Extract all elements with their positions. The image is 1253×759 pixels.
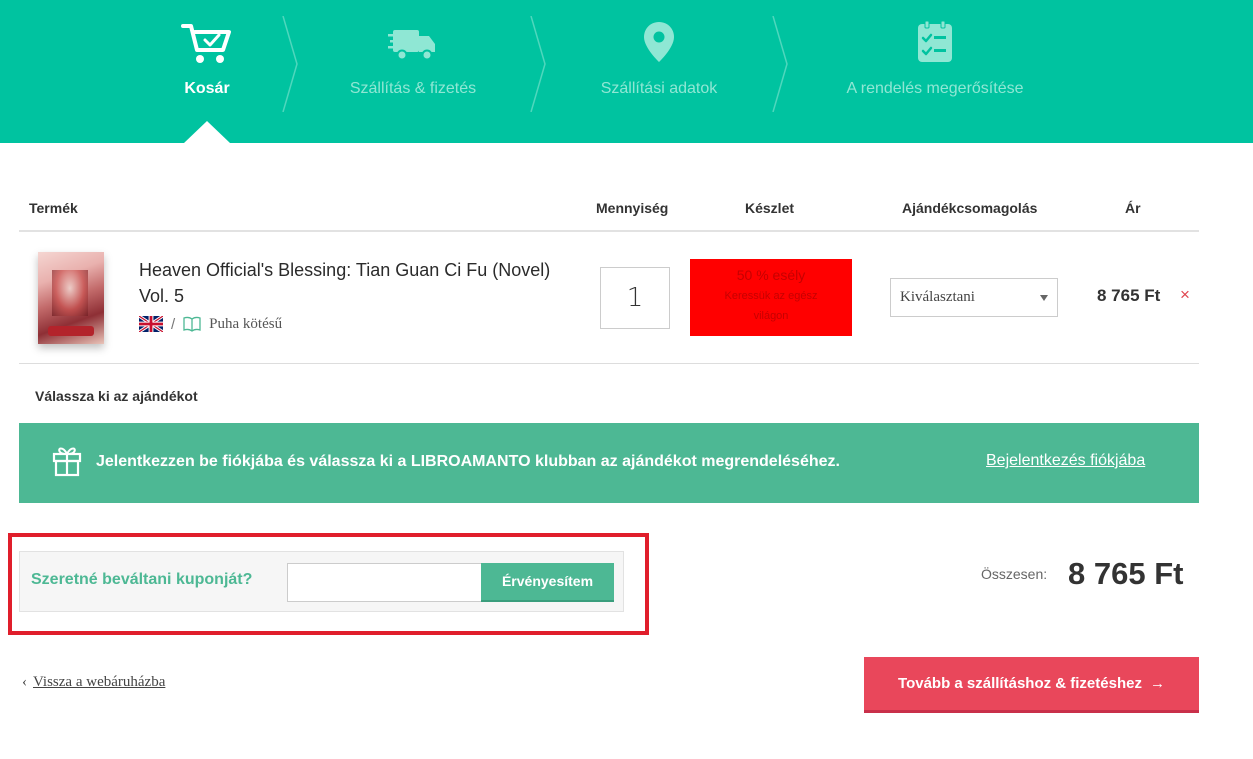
truck-icon bbox=[388, 30, 435, 61]
product-cover-image[interactable] bbox=[38, 252, 104, 344]
club-login-banner: Jelentkezzen be fiókjába és válassza ki … bbox=[19, 423, 1199, 503]
cart-check-icon bbox=[181, 24, 231, 63]
chevron-left-icon: ‹ bbox=[22, 674, 27, 690]
uk-flag-icon bbox=[139, 316, 163, 332]
step-label: Kosár bbox=[184, 80, 230, 97]
column-header-stock: Készlet bbox=[745, 200, 795, 216]
coupon-section: Szeretné beváltani kuponját? Érvényesíte… bbox=[19, 551, 624, 612]
open-book-icon bbox=[183, 316, 201, 332]
step-shipping-details[interactable]: Szállítási adatok bbox=[578, 0, 740, 143]
item-price: 8 765 Ft bbox=[1097, 286, 1161, 305]
table-header-divider bbox=[19, 230, 1199, 232]
binding-type: Puha kötésű bbox=[209, 315, 283, 332]
club-login-message: Jelentkezzen be fiókjába és válassza ki … bbox=[96, 453, 840, 470]
column-header-quantity: Mennyiség bbox=[596, 200, 669, 216]
step-order-confirmation[interactable]: A rendelés megerősítése bbox=[825, 0, 1045, 143]
total-value: 8 765 Ft bbox=[1068, 556, 1184, 591]
step-label: A rendelés megerősítése bbox=[846, 80, 1024, 97]
apply-coupon-button[interactable]: Érvényesítem bbox=[481, 563, 614, 602]
active-step-pointer bbox=[184, 121, 230, 143]
caret-down-icon bbox=[1040, 295, 1048, 301]
column-header-gift-wrap: Ajándékcsomagolás bbox=[902, 200, 1038, 216]
gift-section-heading: Válassza ki az ajándékot bbox=[35, 388, 198, 404]
step-label: Szállítás & fizetés bbox=[349, 80, 477, 97]
continue-button-label: Tovább a szállításhoz & fizetéshez bbox=[898, 675, 1142, 692]
back-to-shop-link[interactable]: ‹ Vissza a webáruházba bbox=[22, 674, 165, 691]
column-header-product: Termék bbox=[29, 200, 78, 216]
gift-box-icon bbox=[52, 447, 82, 477]
stock-note: Keressük az egész világon bbox=[724, 290, 818, 322]
remove-item-button[interactable]: × bbox=[1180, 285, 1190, 305]
quantity-input[interactable]: 1 bbox=[600, 267, 670, 329]
row-divider bbox=[19, 363, 1199, 364]
stock-status-badge: 50 % esély Keressük az egész világon bbox=[690, 259, 852, 336]
gift-wrap-select[interactable]: Kiválasztani bbox=[890, 278, 1058, 317]
step-separator bbox=[772, 16, 788, 112]
gift-wrap-selected-value: Kiválasztani bbox=[900, 289, 975, 305]
continue-to-shipping-button[interactable]: Tovább a szállításhoz & fizetéshez → bbox=[864, 657, 1199, 713]
coupon-input[interactable] bbox=[287, 563, 482, 602]
back-to-shop-label: Vissza a webáruházba bbox=[33, 674, 166, 690]
coupon-label: Szeretné beváltani kuponját? bbox=[31, 571, 253, 588]
total-label: Összesen: bbox=[981, 566, 1048, 582]
checkout-steps: Kosár Szállítás & fizetés Szállítási ada… bbox=[0, 0, 1253, 143]
arrow-right-icon: → bbox=[1149, 675, 1165, 692]
column-header-price: Ár bbox=[1125, 200, 1141, 216]
step-shipping-payment[interactable]: Szállítás & fizetés bbox=[333, 0, 493, 143]
step-label: Szállítási adatok bbox=[600, 80, 718, 97]
map-pin-icon bbox=[644, 22, 674, 62]
step-separator bbox=[530, 16, 546, 112]
product-meta: / Puha kötésű bbox=[139, 314, 282, 334]
product-title[interactable]: Heaven Official's Blessing: Tian Guan Ci… bbox=[139, 257, 559, 309]
clipboard-checklist-icon bbox=[918, 20, 952, 62]
login-link[interactable]: Bejelentkezés fiókjába bbox=[986, 452, 1145, 470]
stock-probability: 50 % esély bbox=[736, 267, 806, 283]
meta-separator: / bbox=[171, 315, 176, 333]
step-separator bbox=[282, 16, 298, 112]
